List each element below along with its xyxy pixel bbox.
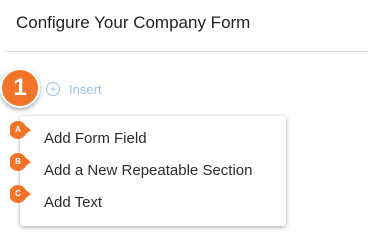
callout-badge-c: C xyxy=(10,184,31,204)
header-divider xyxy=(4,51,368,52)
menu-item-label: Add Form Field xyxy=(44,129,147,147)
callout-badge-a: A xyxy=(10,120,31,140)
plus-circle-icon: + xyxy=(46,82,60,96)
callout-badge-b: B xyxy=(10,152,31,172)
menu-item-label: Add a New Repeatable Section xyxy=(44,161,253,179)
menu-item-add-form-field[interactable]: A Add Form Field xyxy=(10,121,286,152)
menu-item-label: Add Text xyxy=(44,193,103,211)
menu-item-add-repeatable-section[interactable]: B Add a New Repeatable Section xyxy=(10,153,286,184)
menu-item-add-text[interactable]: C Add Text xyxy=(10,185,286,216)
insert-button[interactable]: + Insert xyxy=(46,80,102,98)
page-title: Configure Your Company Form xyxy=(16,13,251,32)
insert-menu: A Add Form Field B Add a New Repeatable … xyxy=(10,116,286,226)
insert-label: Insert xyxy=(69,81,102,97)
step-number-badge: 1 xyxy=(0,68,40,108)
